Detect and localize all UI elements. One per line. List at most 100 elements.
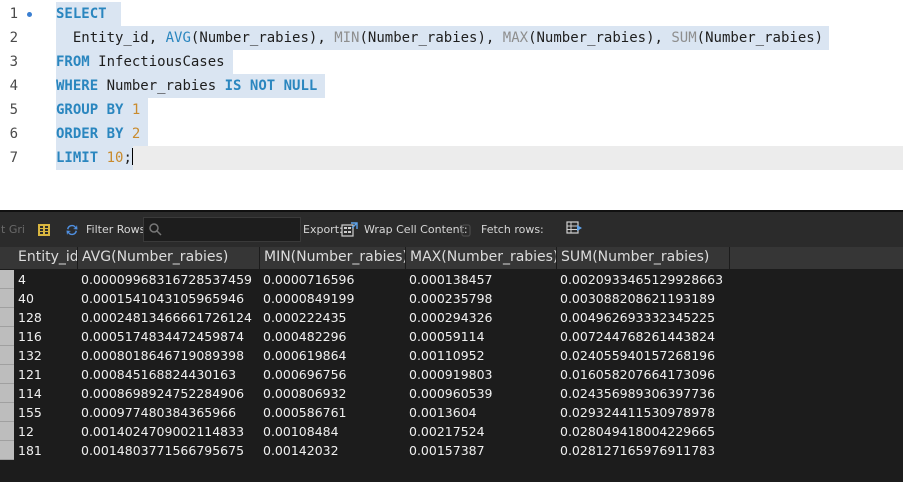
filter-rows-search[interactable] <box>143 217 301 242</box>
cell-min[interactable]: 0.0000716596 <box>263 270 354 289</box>
function-name: MIN <box>334 30 360 46</box>
grid-icon[interactable] <box>37 223 51 237</box>
cell-min[interactable]: 0.000586761 <box>263 403 347 422</box>
keyword: ORDER BY <box>56 126 124 142</box>
table-row[interactable]: 128 0.0002481346666172612​4 0.000222435 … <box>0 308 903 327</box>
sql-editor[interactable]: 1 SELECT 2 Entity_id, AVG(Number_rabies)… <box>0 0 903 198</box>
editor-line-7: 7 LIMIT 10; <box>0 146 903 170</box>
cell-sum[interactable]: 0.007244768261443824 <box>560 327 715 346</box>
row-selector[interactable] <box>0 422 14 441</box>
column-header-sum[interactable]: SUM(Number_rabies) <box>557 247 730 269</box>
filter-rows-input[interactable] <box>166 220 300 241</box>
table-row[interactable]: 4 0.00009968316728537459 0.0000716596 0.… <box>0 270 903 289</box>
table-row[interactable]: 181 0.0014803771566795675 0.00142032 0.0… <box>0 441 903 460</box>
cell-sum[interactable]: 0.016058207664173096 <box>560 365 715 384</box>
cell-sum[interactable]: 0.003088208621193189 <box>560 289 715 308</box>
function-args: (Number_rabies), <box>190 30 326 46</box>
row-selector[interactable] <box>0 327 14 346</box>
line-number: 7 <box>9 150 18 166</box>
keyword: SELECT <box>56 6 107 22</box>
cell-min[interactable]: 0.000619864 <box>263 346 347 365</box>
cell-entity-id[interactable]: 155 <box>18 403 42 422</box>
filter-rows-label: Filter Rows: <box>86 223 150 236</box>
row-selector[interactable] <box>0 270 14 289</box>
table-row[interactable]: 116 0.0005174834472459874 0.000482296 0.… <box>0 327 903 346</box>
table-row[interactable]: 132 0.0008018646719089398 0.000619864 0.… <box>0 346 903 365</box>
line-number: 4 <box>9 78 18 94</box>
table-row[interactable]: 121 0.000845168824430163 0.000696756 0.0… <box>0 365 903 384</box>
cell-avg[interactable]: 0.000845168824430163 <box>81 365 236 384</box>
cell-sum[interactable]: 0.024356989306397736 <box>560 384 715 403</box>
line-number: 6 <box>9 126 18 142</box>
cell-max[interactable]: 0.000138457 <box>409 270 493 289</box>
table-name: InfectiousCases <box>98 54 225 70</box>
table-row[interactable]: 12 0.0014024709002114833 0.00108484 0.00… <box>0 422 903 441</box>
function-args: (Number_rabies), <box>359 30 495 46</box>
cell-sum[interactable]: 0.028127165976911783 <box>560 441 715 460</box>
cell-max[interactable]: 0.00059114 <box>409 327 485 346</box>
row-selector[interactable] <box>0 384 14 403</box>
cell-max[interactable]: 0.000235798 <box>409 289 493 308</box>
statement-marker-icon <box>27 12 32 17</box>
cell-max[interactable]: 0.000919803 <box>409 365 493 384</box>
cell-min[interactable]: 0.000222435 <box>263 308 347 327</box>
cell-avg[interactable]: 0.0001541043105965946 <box>81 289 244 308</box>
column-header-entity-id[interactable]: Entity_id <box>14 247 78 269</box>
cell-avg[interactable]: 0.0014803771566795675 <box>81 441 244 460</box>
keyword: WHERE <box>56 78 99 94</box>
result-grid-label[interactable]: lt Gri <box>0 212 25 248</box>
row-selector[interactable] <box>0 441 14 460</box>
cell-max[interactable]: 0.000294326 <box>409 308 493 327</box>
column-header-avg[interactable]: AVG(Number_rabies) <box>78 247 260 269</box>
cell-entity-id[interactable]: 12 <box>18 422 34 441</box>
cell-max[interactable]: 0.00110952 <box>409 346 485 365</box>
filter-refresh-icon[interactable] <box>65 223 79 237</box>
cell-min[interactable]: 0.000696756 <box>263 365 347 384</box>
cell-max[interactable]: 0.00157387 <box>409 441 485 460</box>
cell-avg[interactable]: 0.0005174834472459874 <box>81 327 244 346</box>
cell-entity-id[interactable]: 132 <box>18 346 42 365</box>
cell-entity-id[interactable]: 4 <box>18 270 26 289</box>
cell-entity-id[interactable]: 121 <box>18 365 42 384</box>
cell-entity-id[interactable]: 40 <box>18 289 34 308</box>
cell-sum[interactable]: 0.029324411530978978 <box>560 403 715 422</box>
cell-avg[interactable]: 0.0009774803843659​66 <box>81 403 236 422</box>
table-row[interactable]: 40 0.0001541043105965946 0.0000849199 0.… <box>0 289 903 308</box>
row-selector[interactable] <box>0 365 14 384</box>
cell-entity-id[interactable]: 181 <box>18 441 42 460</box>
table-row[interactable]: 114 0.0008698924752284906 0.000806932 0.… <box>0 384 903 403</box>
export-label: Export: <box>303 223 343 236</box>
editor-line-6: 6 ORDER BY 2 <box>0 122 903 146</box>
row-selector[interactable] <box>0 346 14 365</box>
cell-avg[interactable]: 0.0002481346666172612​4 <box>81 308 252 327</box>
cell-max[interactable]: 0.0013604 <box>409 403 477 422</box>
row-selector[interactable] <box>0 403 14 422</box>
cell-min[interactable]: 0.000806932 <box>263 384 347 403</box>
cell-min[interactable]: 0.00142032 <box>263 441 339 460</box>
fetch-next-icon[interactable] <box>566 221 583 235</box>
cell-sum[interactable]: 0.004962693332345225 <box>560 308 715 327</box>
cell-max[interactable]: 0.000960539 <box>409 384 493 403</box>
panel-splitter[interactable] <box>0 198 903 212</box>
cell-sum[interactable]: 0.0020933465129928663 <box>560 270 723 289</box>
cell-entity-id[interactable]: 116 <box>18 327 42 346</box>
cell-min[interactable]: 0.000482296 <box>263 327 347 346</box>
export-icon[interactable] <box>341 222 358 238</box>
cell-sum[interactable]: 0.024055940157268196 <box>560 346 715 365</box>
cell-min[interactable]: 0.0000849199 <box>263 289 354 308</box>
cell-sum[interactable]: 0.028049418004229665 <box>560 422 715 441</box>
cell-avg[interactable]: 0.0014024709002114833 <box>81 422 244 441</box>
cell-entity-id[interactable]: 114 <box>18 384 42 403</box>
column-header-max[interactable]: MAX(Number_rabies) <box>406 247 557 269</box>
cell-entity-id[interactable]: 128 <box>18 308 42 327</box>
wrap-toggle-icon[interactable] <box>461 224 471 237</box>
cell-avg[interactable]: 0.00009968316728537459 <box>81 270 252 289</box>
row-selector[interactable] <box>0 308 14 327</box>
column-header-min[interactable]: MIN(Number_rabies) <box>260 247 406 269</box>
cell-min[interactable]: 0.00108484 <box>263 422 339 441</box>
cell-avg[interactable]: 0.0008018646719089398 <box>81 346 244 365</box>
cell-avg[interactable]: 0.0008698924752284906 <box>81 384 244 403</box>
table-row[interactable]: 155 0.0009774803843659​66 0.000586761 0.… <box>0 403 903 422</box>
row-selector[interactable] <box>0 289 14 308</box>
cell-max[interactable]: 0.00217524 <box>409 422 485 441</box>
